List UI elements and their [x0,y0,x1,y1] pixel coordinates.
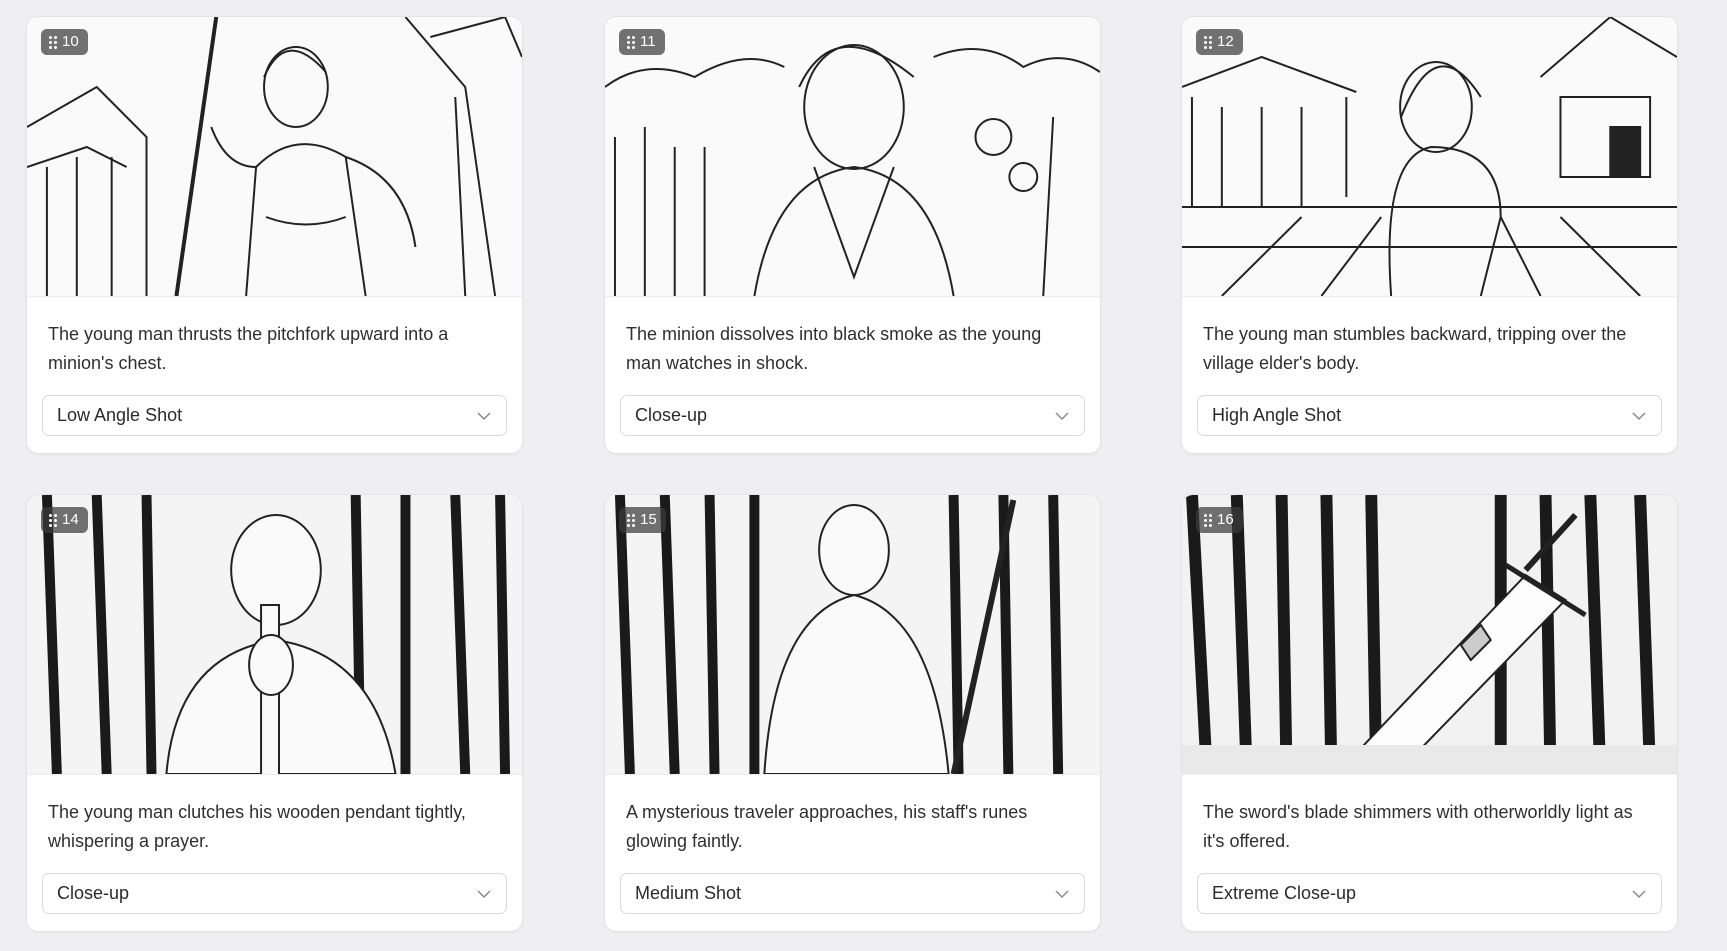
scene-index-badge[interactable]: 15 [619,507,666,533]
chevron-down-icon[interactable] [1631,408,1647,424]
chevron-down-icon[interactable] [1054,886,1070,902]
shot-type-select[interactable]: Extreme Close-up [1197,873,1662,914]
shot-type-value: Extreme Close-up [1212,883,1357,903]
storyboard-card[interactable]: 11 The minion dissolves into black smoke… [604,16,1101,454]
shot-type-select[interactable]: Low Angle Shot [42,395,507,436]
scene-image: 16 [1182,495,1677,775]
scene-index: 12 [1217,33,1234,50]
scene-index-badge[interactable]: 16 [1196,507,1243,533]
drag-handle-icon[interactable] [1204,514,1212,527]
drag-handle-icon[interactable] [49,36,57,49]
scene-index: 10 [62,33,79,50]
scene-index-badge[interactable]: 11 [619,29,665,55]
scene-caption: The young man clutches his wooden pendan… [48,802,466,851]
scene-index: 11 [640,33,656,50]
shot-type-value: Low Angle Shot [57,405,183,425]
shot-type-value: Close-up [57,883,130,903]
scene-image: 15 [605,495,1100,775]
scene-image: 11 [605,17,1100,297]
chevron-down-icon[interactable] [476,408,492,424]
shot-type-select[interactable]: High Angle Shot [1197,395,1662,436]
scene-image: 14 [27,495,522,775]
drag-handle-icon[interactable] [627,514,635,527]
storyboard-card[interactable]: 12 The young man stumbles backward, trip… [1181,16,1678,454]
scene-index: 15 [640,511,657,528]
storyboard-card[interactable]: 15 A mysterious traveler approaches, his… [604,494,1101,932]
storyboard-card[interactable]: 10 The young man thrusts the pitchfork u… [26,16,523,454]
shot-type-value: High Angle Shot [1212,405,1342,425]
shot-type-select[interactable]: Medium Shot [620,873,1085,914]
drag-handle-icon[interactable] [627,36,635,49]
drag-handle-icon[interactable] [49,514,57,527]
scene-caption: The young man stumbles backward, trippin… [1203,324,1627,373]
scene-index-badge[interactable]: 14 [41,507,88,533]
scene-index-badge[interactable]: 12 [1196,29,1243,55]
scene-image: 10 [27,17,522,297]
chevron-down-icon[interactable] [476,886,492,902]
shot-type-value: Medium Shot [635,883,742,903]
scene-index: 14 [62,511,79,528]
scene-caption: A mysterious traveler approaches, his st… [626,802,1028,851]
scene-caption: The young man thrusts the pitchfork upwa… [48,324,449,373]
storyboard-grid: 10 The young man thrusts the pitchfork u… [0,0,1727,951]
chevron-down-icon[interactable] [1631,886,1647,902]
storyboard-card[interactable]: 16 The sword's blade shimmers with other… [1181,494,1678,932]
storyboard-card[interactable]: 14 The young man clutches his wooden pen… [26,494,523,932]
scene-caption: The minion dissolves into black smoke as… [626,324,1042,373]
scene-caption: The sword's blade shimmers with otherwor… [1203,802,1633,851]
chevron-down-icon[interactable] [1054,408,1070,424]
scene-image: 12 [1182,17,1677,297]
shot-type-select[interactable]: Close-up [42,873,507,914]
scene-index: 16 [1217,511,1234,528]
shot-type-value: Close-up [635,405,708,425]
drag-handle-icon[interactable] [1204,36,1212,49]
scene-index-badge[interactable]: 10 [41,29,88,55]
shot-type-select[interactable]: Close-up [620,395,1085,436]
